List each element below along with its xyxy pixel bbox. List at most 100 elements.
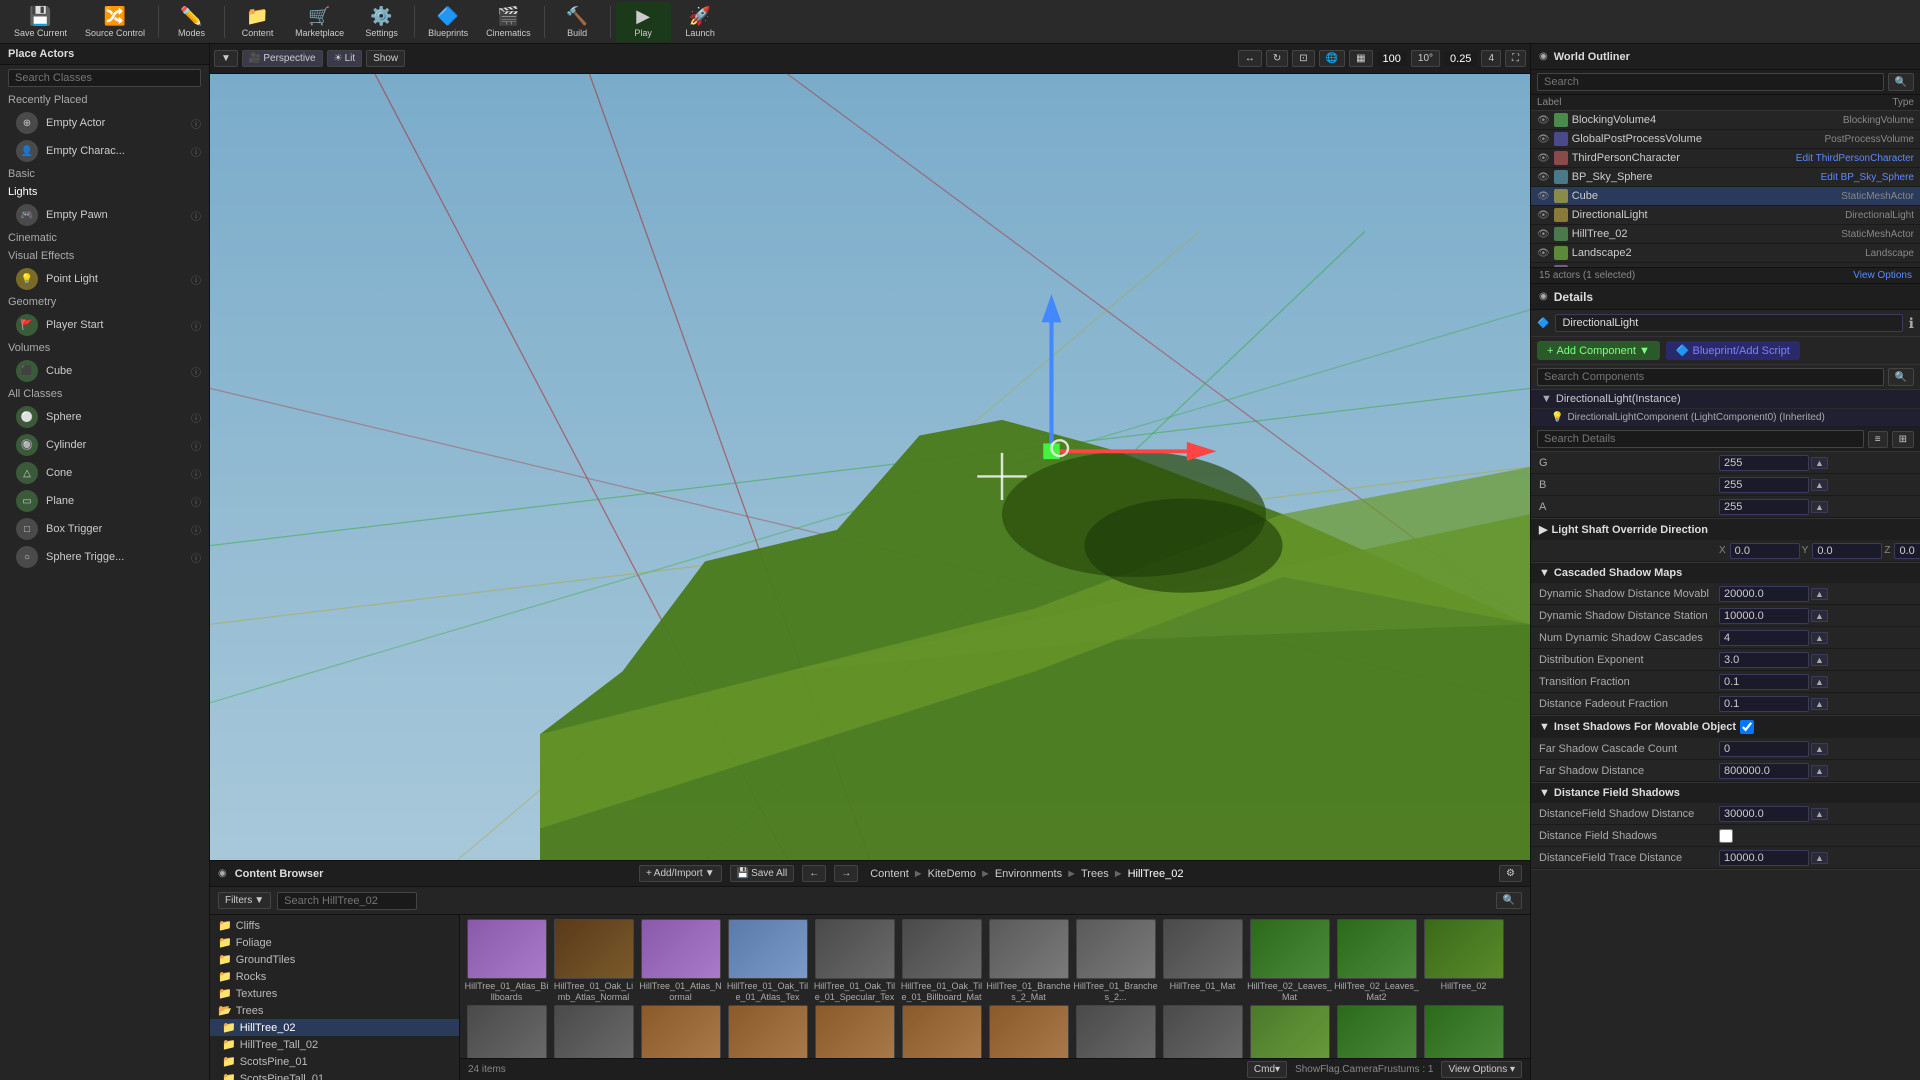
content-item[interactable]: HillTree_01_Mat <box>1160 919 1245 1003</box>
outliner-row-skysphere[interactable]: 👁 BP_Sky_Sphere Edit BP_Sky_Sphere <box>1531 168 1920 187</box>
content-item[interactable]: T_HillTree_Billboard_01_Depth <box>1160 1005 1245 1058</box>
search-details-input[interactable] <box>1537 430 1864 448</box>
tree-item-scotspine[interactable]: 📁 ScotsPine_01 <box>210 1053 459 1070</box>
visibility-icon[interactable]: 👁 <box>1537 134 1550 145</box>
num-cascade-input[interactable] <box>1719 630 1809 646</box>
visibility-icon[interactable]: 👁 <box>1537 248 1550 259</box>
cinematics-button[interactable]: 🎬 Cinematics <box>478 2 539 42</box>
outliner-search-input[interactable] <box>1537 73 1884 91</box>
place-item-player-start[interactable]: 🚩 Player Start ⓘ <box>0 311 209 339</box>
tree-item-rocks[interactable]: 📁 Rocks <box>210 968 459 985</box>
dyn-shadow-movable-input[interactable] <box>1719 586 1809 602</box>
color-a-input[interactable] <box>1719 499 1809 515</box>
cb-settings-button[interactable]: ⚙ <box>1499 865 1522 882</box>
outliner-row-blockingvolume[interactable]: 👁 BlockingVolume4 BlockingVolume <box>1531 111 1920 130</box>
visibility-icon[interactable]: 👁 <box>1537 229 1550 240</box>
content-item[interactable]: HillTree_01_Branches_2... <box>1073 919 1158 1003</box>
nav-back-button[interactable]: ← <box>802 865 826 882</box>
lit-button[interactable]: ☀ Lit <box>327 50 363 67</box>
inset-shadows-header[interactable]: ▼ Inset Shadows For Movable Object <box>1531 716 1920 738</box>
color-g-spin[interactable]: ▲ <box>1811 457 1828 469</box>
place-item-cylinder[interactable]: 🔘 Cylinder ⓘ <box>0 431 209 459</box>
details-view-button[interactable]: ≡ <box>1868 431 1888 448</box>
marketplace-button[interactable]: 🛒 Marketplace <box>287 2 352 42</box>
content-item[interactable]: M_Custom_Depth_Billboard <box>464 1005 549 1058</box>
snap-angle-button[interactable]: 10° <box>1411 50 1440 67</box>
source-control-button[interactable]: 🔀 Source Control <box>77 2 153 42</box>
rotate-button[interactable]: ↻ <box>1266 50 1288 67</box>
tree-item-hilltree-tall[interactable]: 📁 HillTree_Tall_02 <box>210 1036 459 1053</box>
translate-button[interactable]: ↔ <box>1238 50 1262 67</box>
csm-header[interactable]: ▼ Cascaded Shadow Maps <box>1531 563 1920 583</box>
save-current-button[interactable]: 💾 Save Current <box>6 2 75 42</box>
play-button[interactable]: ▶ Play <box>616 2 671 42</box>
content-item[interactable]: T_HillTree_Billboard_SSS <box>1421 1005 1506 1058</box>
settings-button[interactable]: ⚙️ Settings <box>354 2 409 42</box>
place-item-cube[interactable]: ⬛ Cube ⓘ <box>0 357 209 385</box>
content-item[interactable]: HillTree_01_Oak_Tile_01_Atlas_Tex <box>725 919 810 1003</box>
content-item[interactable]: HillTree_01_Oak_Limb_Atlas_Normal <box>551 919 636 1003</box>
blueprints-button[interactable]: 🔷 Blueprints <box>420 2 476 42</box>
far-shadow-dist-input[interactable] <box>1719 763 1809 779</box>
content-item[interactable]: HillTree_01_Atlas_Normal <box>638 919 723 1003</box>
components-search-button[interactable]: 🔍 <box>1888 368 1914 386</box>
save-all-button[interactable]: 💾 Save All <box>730 865 795 882</box>
search-classes-input[interactable] <box>8 69 201 87</box>
place-item-plane[interactable]: ▭ Plane ⓘ <box>0 487 209 515</box>
dfs-distance-input[interactable] <box>1719 806 1809 822</box>
content-item[interactable]: T_HillTree_Billboard_01 <box>1073 1005 1158 1058</box>
modes-button[interactable]: ✏️ Modes <box>164 2 219 42</box>
tree-item-trees[interactable]: 📂 Trees <box>210 1002 459 1019</box>
category-cinematic[interactable]: Cinematic <box>0 229 209 247</box>
content-item[interactable]: T_Craghead_Oak_Limb_D_Tex <box>812 1005 897 1058</box>
outliner-row-thirdperson[interactable]: 👁 ThirdPersonCharacter Edit ThirdPersonC… <box>1531 149 1920 168</box>
content-item[interactable]: T_Craghead_Oak_Limb_Moss_01_D <box>986 1005 1071 1058</box>
tree-item-hilltree02[interactable]: 📁 HillTree_02 <box>210 1019 459 1036</box>
world-local-button[interactable]: 🌐 <box>1319 50 1345 67</box>
category-geometry[interactable]: Geometry <box>0 293 209 311</box>
category-all-classes[interactable]: All Classes <box>0 385 209 403</box>
outliner-row-hilltree[interactable]: 👁 HillTree_02 StaticMeshActor <box>1531 225 1920 244</box>
fullscreen-button[interactable]: ⛶ <box>1505 50 1526 67</box>
cmd-button[interactable]: Cmd▾ <box>1247 1061 1287 1078</box>
far-shadow-dist-spin[interactable]: ▲ <box>1811 765 1828 777</box>
actor-info-button[interactable]: ℹ <box>1909 315 1914 332</box>
light-shaft-y-input[interactable] <box>1812 543 1882 559</box>
color-a-spin[interactable]: ▲ <box>1811 501 1828 513</box>
build-button[interactable]: 🔨 Build <box>550 2 605 42</box>
place-item-empty-actor[interactable]: ⊕ Empty Actor ⓘ <box>0 109 209 137</box>
viewport[interactable] <box>210 74 1530 860</box>
perspective-button[interactable]: 🎥 Perspective <box>242 50 323 67</box>
dyn-shadow-station-spin[interactable]: ▲ <box>1811 610 1828 622</box>
viewport-options-button[interactable]: ▼ <box>214 50 238 67</box>
dist-fadeout-input[interactable] <box>1719 696 1809 712</box>
place-item-box-trigger[interactable]: □ Box Trigger ⓘ <box>0 515 209 543</box>
dyn-shadow-station-input[interactable] <box>1719 608 1809 624</box>
tree-item-foliage[interactable]: 📁 Foliage <box>210 934 459 951</box>
nav-forward-button[interactable]: → <box>834 865 858 882</box>
dyn-shadow-movable-spin[interactable]: ▲ <box>1811 588 1828 600</box>
outliner-search-button[interactable]: 🔍 <box>1888 73 1914 91</box>
content-item[interactable]: HillTree_02_Leaves_Mat <box>1247 919 1332 1003</box>
content-item[interactable]: HillTree_02 <box>1421 919 1506 1003</box>
tree-item-groundtiles[interactable]: 📁 GroundTiles <box>210 951 459 968</box>
filters-button[interactable]: Filters ▼ <box>218 892 271 909</box>
light-shaft-x-input[interactable] <box>1730 543 1800 559</box>
content-item[interactable]: HillTree_01_Oak_Tile_01_Specular_Tex <box>812 919 897 1003</box>
dfs-trace-input[interactable] <box>1719 850 1809 866</box>
content-item[interactable]: HillTree_01_Branches_2_Mat <box>986 919 1071 1003</box>
distrib-exp-input[interactable] <box>1719 652 1809 668</box>
dfs-checkbox[interactable] <box>1719 829 1733 843</box>
light-shaft-z-input[interactable] <box>1894 543 1920 559</box>
actor-name-input[interactable] <box>1555 314 1902 332</box>
cb-search-button[interactable]: 🔍 <box>1496 892 1522 909</box>
transition-frac-spin[interactable]: ▲ <box>1811 676 1828 688</box>
place-item-empty-pawn[interactable]: 🎮 Empty Pawn ⓘ <box>0 201 209 229</box>
details-filter-button[interactable]: ⊞ <box>1892 431 1914 448</box>
grid-button[interactable]: ▦ <box>1349 50 1372 67</box>
tree-item-textures[interactable]: 📁 Textures <box>210 985 459 1002</box>
launch-button[interactable]: 🚀 Launch <box>673 2 728 42</box>
dfs-distance-spin[interactable]: ▲ <box>1811 808 1828 820</box>
transition-frac-input[interactable] <box>1719 674 1809 690</box>
distrib-exp-spin[interactable]: ▲ <box>1811 654 1828 666</box>
